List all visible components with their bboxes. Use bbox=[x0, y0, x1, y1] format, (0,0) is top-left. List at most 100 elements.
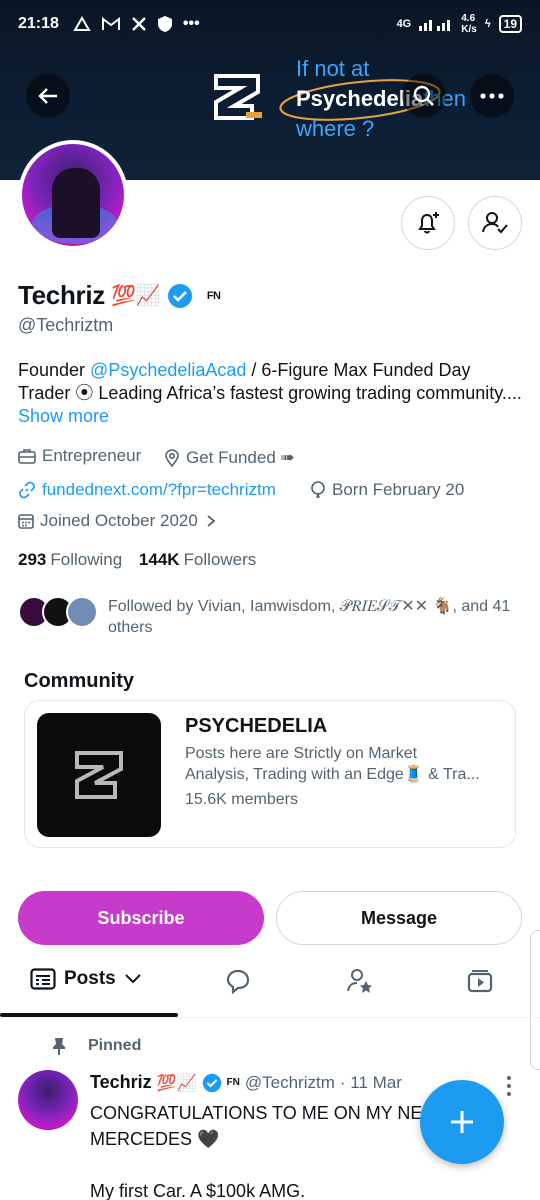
speed-value: 4.6 bbox=[461, 13, 476, 24]
show-more-link[interactable]: Show more bbox=[18, 406, 109, 426]
tweet-handle: @Techriztm bbox=[244, 1072, 335, 1092]
avatar-figure bbox=[52, 168, 100, 238]
tweet-affiliate-badge: FN bbox=[226, 1077, 240, 1088]
tab-posts[interactable]: Posts bbox=[30, 968, 142, 990]
more-options-button[interactable] bbox=[470, 74, 514, 118]
followers-count: 144K bbox=[138, 550, 180, 569]
community-description-line2: Analysis, Trading with an Edge🧵 & Tra... bbox=[185, 766, 480, 783]
profile-handle: @Techriztm bbox=[18, 315, 114, 335]
community-members: 15.6K members bbox=[185, 791, 298, 808]
followed-by-avatars[interactable] bbox=[18, 596, 98, 628]
calendar-icon bbox=[18, 514, 34, 529]
shield-icon bbox=[157, 16, 172, 32]
search-icon bbox=[413, 85, 434, 106]
tweet-author-name[interactable]: Techriz bbox=[90, 1072, 152, 1093]
battery-indicator: 19 bbox=[498, 15, 522, 33]
pinned-indicator: Pinned bbox=[50, 1036, 141, 1056]
gmail-icon bbox=[101, 17, 120, 30]
network-type: 4G bbox=[396, 18, 412, 30]
arrow-left-icon bbox=[38, 88, 57, 104]
following-button[interactable] bbox=[468, 196, 522, 250]
birthday-item: Born February 20 bbox=[310, 480, 464, 500]
chevron-right-icon bbox=[207, 515, 216, 527]
more-vertical-icon[interactable] bbox=[500, 1074, 518, 1098]
tweet-spacer bbox=[90, 1152, 420, 1178]
followers-label: Followers bbox=[183, 550, 257, 569]
community-description-line1: Posts here are Strictly on Market bbox=[185, 745, 418, 762]
tagline-line3: where ? bbox=[296, 116, 375, 141]
signal-icon bbox=[419, 20, 451, 31]
media-icon[interactable] bbox=[467, 968, 493, 994]
profile-avatar[interactable] bbox=[18, 140, 128, 250]
tab-posts-label: Posts bbox=[64, 968, 116, 989]
psychedelia-logo bbox=[75, 751, 123, 799]
joined-item[interactable]: Joined October 2020 bbox=[18, 511, 218, 531]
followers-stat[interactable]: 144K Followers bbox=[139, 550, 256, 569]
follower-avatar bbox=[66, 596, 98, 628]
notifications-button[interactable] bbox=[401, 196, 455, 250]
community-image bbox=[37, 713, 161, 837]
x-icon bbox=[132, 17, 146, 31]
profile-name: Techriz bbox=[18, 280, 105, 310]
name-emoji: 💯📈 bbox=[111, 285, 161, 307]
posts-icon bbox=[30, 968, 56, 990]
category-text: Entrepreneur bbox=[42, 446, 142, 465]
search-button[interactable] bbox=[402, 74, 446, 118]
bio-mention-link[interactable]: @PsychedeliaAcad bbox=[90, 360, 246, 380]
tweet-name-emoji: 💯📈 bbox=[156, 1074, 197, 1092]
status-bar: 21:18 ••• 4G 4.6 K/s ϟ 19 bbox=[0, 0, 540, 48]
tweet-text-line3: My first Car. A $100k AMG. bbox=[90, 1181, 306, 1200]
subscribe-button[interactable]: Subscribe bbox=[18, 891, 264, 945]
active-tab-indicator bbox=[0, 1013, 178, 1017]
status-dots: ••• bbox=[182, 15, 200, 32]
tweet-avatar[interactable] bbox=[18, 1070, 78, 1130]
balloon-icon bbox=[311, 481, 325, 498]
more-horizontal-icon bbox=[480, 93, 504, 99]
triangle-icon bbox=[73, 16, 91, 31]
birthday-text: Born February 20 bbox=[332, 480, 465, 499]
website-link[interactable]: fundednext.com/?fpr=techriztm bbox=[42, 480, 276, 500]
status-time: 21:18 bbox=[18, 15, 59, 32]
community-section-title: Community bbox=[24, 670, 134, 692]
tweet-header: Techriz 💯📈 FN @Techriztm · 11 Mar bbox=[90, 1072, 402, 1093]
tweet-text-line2: MERCEDES 🖤 bbox=[90, 1129, 220, 1149]
pinned-label: Pinned bbox=[88, 1037, 142, 1054]
status-icons: ••• bbox=[73, 15, 200, 33]
pin-icon bbox=[53, 1038, 65, 1055]
following-count: 293 bbox=[18, 550, 47, 569]
plus-icon bbox=[451, 1111, 473, 1133]
location-text: Get Funded ➠ bbox=[186, 448, 295, 467]
website-item: fundednext.com/?fpr=techriztm bbox=[18, 480, 276, 500]
category-item: Entrepreneur bbox=[18, 446, 141, 466]
speed-unit: K/s bbox=[461, 24, 477, 35]
tweet-date: · 11 Mar bbox=[339, 1072, 402, 1092]
community-card[interactable]: PSYCHEDELIA Posts here are Strictly on M… bbox=[24, 700, 516, 848]
community-description: Posts here are Strictly on Market Analys… bbox=[185, 743, 507, 785]
profile-name-row: Techriz 💯📈 FN bbox=[18, 280, 221, 311]
verified-badge-icon bbox=[202, 1073, 221, 1092]
psychedelia-logo bbox=[214, 74, 262, 120]
profile-bio: Founder @PsychedeliaAcad / 6-Figure Max … bbox=[18, 359, 524, 428]
back-button[interactable] bbox=[26, 74, 70, 118]
joined-text: Joined October 2020 bbox=[40, 511, 198, 530]
follow-counts: 293 Following 144K Followers bbox=[18, 550, 256, 570]
charging-icon: ϟ bbox=[484, 18, 491, 30]
profile-tabs: Posts bbox=[0, 958, 540, 1018]
bell-plus-icon bbox=[418, 212, 439, 234]
briefcase-icon bbox=[18, 449, 36, 464]
following-stat[interactable]: 293 Following bbox=[18, 550, 122, 569]
chevron-down-icon bbox=[125, 974, 141, 984]
reply-icon[interactable] bbox=[225, 968, 251, 994]
affiliate-badge[interactable]: FN bbox=[207, 290, 221, 302]
community-name: PSYCHEDELIA bbox=[185, 715, 328, 737]
tweet-text: CONGRATULATIONS TO ME ON MY NE MERCEDES … bbox=[90, 1100, 423, 1200]
message-button[interactable]: Message bbox=[276, 891, 522, 945]
status-right: 4G 4.6 K/s ϟ 19 bbox=[397, 13, 522, 35]
highlights-icon[interactable] bbox=[346, 968, 374, 994]
compose-post-button[interactable] bbox=[420, 1080, 504, 1164]
verified-badge-icon[interactable] bbox=[167, 283, 193, 309]
link-icon bbox=[19, 481, 35, 499]
person-check-icon bbox=[482, 212, 508, 234]
followed-by-text[interactable]: Followed by Vivian, Iamwisdom, 𝒫𝑅𝐼𝐸𝒮𝒯✕✕ … bbox=[108, 596, 518, 638]
tweet-text-line1: CONGRATULATIONS TO ME ON MY NE bbox=[90, 1103, 423, 1123]
